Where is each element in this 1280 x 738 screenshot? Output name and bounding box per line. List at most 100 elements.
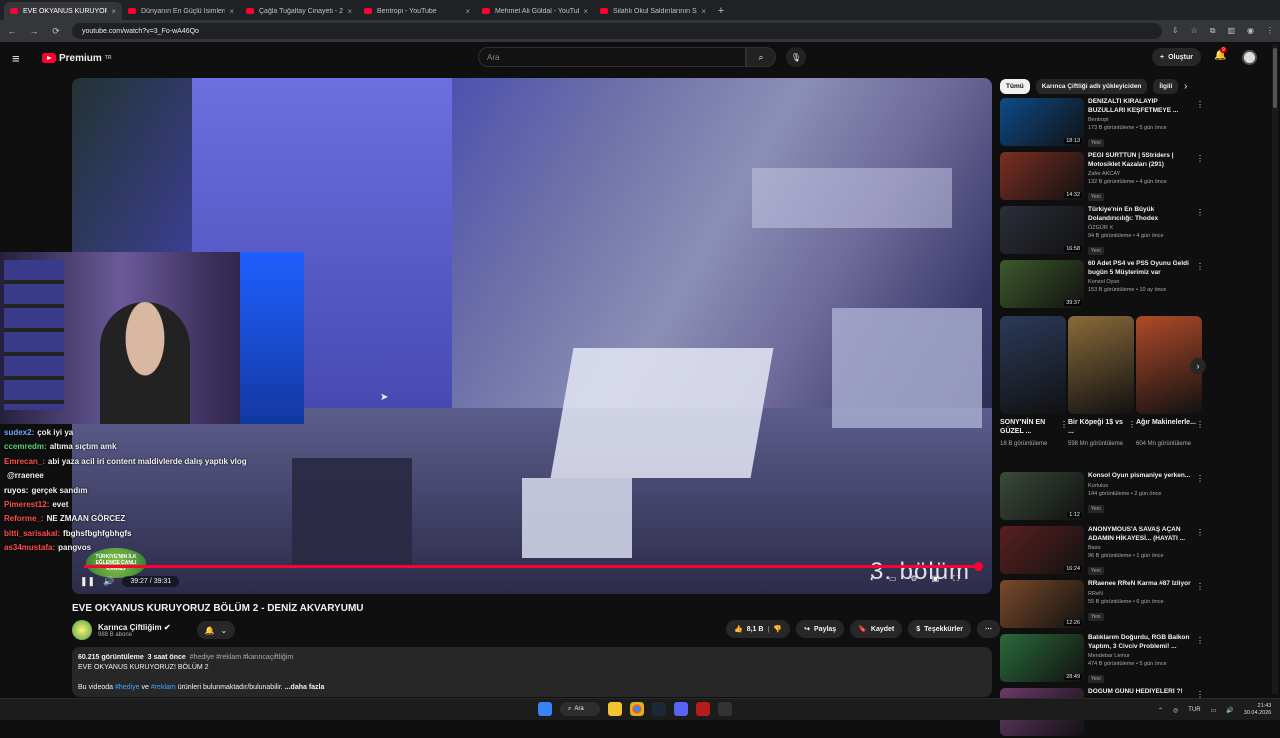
recommendation-item[interactable]: 16:58 Türkiye'nin En Büyük Dolandırıcılığ… (1000, 206, 1204, 256)
notifications-button[interactable]: 🔔 9 (1214, 47, 1227, 61)
forward-icon[interactable]: → (28, 26, 40, 36)
show-more-link[interactable]: ...daha fazla (285, 684, 325, 691)
like-button[interactable]: 👍 8,1 B | 👎 (726, 620, 791, 638)
video-thumbnail[interactable]: 39:37 (1000, 260, 1084, 308)
scrollbar-thumb[interactable] (1273, 48, 1277, 108)
recommendation-item[interactable]: 16:24 ANONYMOUS'A SAVAŞ AÇAN ADAMIN HİKAY… (1000, 526, 1204, 576)
more-options-icon[interactable]: ⋮ (1196, 420, 1204, 429)
recommendation-item[interactable]: 39:37 60 Adet PS4 ve PS5 Oyunu Geldi bugü… (1000, 260, 1204, 310)
recommendation-item[interactable]: 18:13 DENİZALTI KİRALAYIP BUZULLARI KEŞFE… (1000, 98, 1204, 148)
channel-avatar[interactable] (72, 620, 92, 640)
browser-tab[interactable]: Dünyanın En Güçlü İsimleri Bu ...× (122, 2, 240, 20)
account-avatar[interactable] (1242, 50, 1257, 65)
recommendation-title[interactable]: DENİZALTI KİRALAYIP BUZULLARI KEŞFETMEYE… (1088, 98, 1192, 115)
file-explorer-icon[interactable] (608, 702, 622, 716)
progress-bar[interactable] (84, 562, 984, 571)
more-options-icon[interactable]: ⋮ (1196, 636, 1204, 645)
close-icon[interactable]: × (583, 7, 588, 16)
page-scrollbar[interactable] (1272, 44, 1278, 694)
more-options-icon[interactable]: ⋮ (1128, 420, 1136, 429)
back-icon[interactable]: ← (6, 26, 18, 36)
short-thumbnail[interactable] (1068, 316, 1134, 414)
hashtag-link[interactable]: #hediye (115, 684, 140, 691)
recommendation-channel[interactable]: Konsol Oyun (1088, 279, 1192, 285)
filter-chip[interactable]: Tümü (1000, 78, 1030, 94)
address-bar[interactable]: youtube.com/watch?v=3_Fo-wA46Qo (72, 23, 1162, 39)
close-icon[interactable]: × (465, 7, 470, 16)
fullscreen-icon[interactable]: ⛶ (953, 574, 959, 584)
profile-icon[interactable]: ◉ (1247, 26, 1254, 36)
more-options-icon[interactable]: ⋮ (1060, 420, 1068, 429)
subscription-bell-button[interactable]: 🔔 ⌄ (196, 621, 236, 639)
short-title[interactable]: SONY'NİN EN GÜZEL ... (1000, 418, 1060, 436)
recommendation-title[interactable]: RRaenee RReN Karma #87 İzliyor (1088, 580, 1192, 589)
recommendation-channel[interactable]: Kurtulus (1088, 483, 1192, 489)
recommendation-title[interactable]: Türkiye'nin En Büyük Dolandırıcılığı: Th… (1088, 206, 1192, 223)
volume-icon[interactable]: 🔊 (103, 576, 114, 587)
short-title[interactable]: Ağır Makinelerle... (1136, 418, 1196, 427)
bookmark-star-icon[interactable]: ☆ (1191, 26, 1198, 36)
recommendation-title[interactable]: Balıklarım Doğurdu, RGB Balkon Yaptım, 3… (1088, 634, 1192, 651)
browser-tab[interactable]: Bentropi - YouTube × (358, 2, 476, 20)
app-icon[interactable] (696, 702, 710, 716)
more-options-icon[interactable]: ⋮ (1196, 208, 1204, 217)
thumbs-down-icon[interactable]: 👎 (773, 625, 782, 633)
recommendation-item[interactable]: 1:12 Konsol Oyun pismaniye yerken... Kurtu… (1000, 472, 1204, 522)
recommendation-channel[interactable]: ÖZGÜR X (1088, 225, 1192, 231)
browser-tab[interactable]: EVE OKYANUS KURUYORU...× (4, 2, 122, 20)
taskbar-clock[interactable]: 21:43 30.04.2026 (1244, 703, 1272, 717)
recommendation-title[interactable]: PEGİ SÜRTTÜN | 5Striders | Motosiklet Ka… (1088, 152, 1192, 169)
search-input[interactable]: Ara (478, 47, 746, 67)
video-thumbnail[interactable]: 18:13 (1000, 98, 1084, 146)
filter-chip[interactable]: İlgili (1153, 78, 1179, 94)
recommendation-channel[interactable]: Baso (1088, 545, 1192, 551)
reload-icon[interactable]: ⟳ (50, 26, 62, 37)
recommendation-title[interactable]: Konsol Oyun pismaniye yerken... (1088, 472, 1192, 481)
browser-tab[interactable]: Silahlı Okul Saldırılarının Sebebi... × (594, 2, 712, 20)
volume-icon[interactable]: 🔊 (1226, 707, 1233, 714)
start-menu-icon[interactable] (538, 702, 552, 716)
short-title[interactable]: Bir Köpeği 1$ vs ... (1068, 418, 1128, 436)
chevron-right-icon[interactable]: › (1190, 358, 1206, 374)
youtube-logo[interactable]: Premium TR (42, 53, 111, 64)
close-icon[interactable]: × (229, 7, 234, 16)
hashtags[interactable]: #hediye #reklam #karıncaçiftliğim (190, 654, 294, 661)
thanks-button[interactable]: $ Teşekkürler (908, 620, 971, 638)
video-thumbnail[interactable]: 14:32 (1000, 152, 1084, 200)
more-actions-button[interactable]: ⋯ (976, 620, 1000, 638)
filter-chip[interactable]: Karınca Çiftliği adlı yükleyiciden (1035, 78, 1148, 94)
video-thumbnail[interactable]: 28:49 (1000, 634, 1084, 682)
more-options-icon[interactable]: ⋮ (1196, 528, 1204, 537)
hashtag-link[interactable]: #reklam (151, 684, 176, 691)
subtitles-icon[interactable]: ▭ (889, 574, 897, 584)
pause-icon[interactable]: ❚❚ (80, 576, 95, 587)
recommendation-item[interactable]: 12:26 RRaenee RReN Karma #87 İzliyor RReN 5… (1000, 580, 1204, 630)
recommendation-channel[interactable]: RReN (1088, 591, 1192, 597)
video-description[interactable]: 60.215 görüntüleme 3 saat önce #hediye #… (72, 647, 992, 697)
install-icon[interactable]: ⇩ (1172, 26, 1179, 36)
recommendation-channel[interactable]: Mendebar Lemur (1088, 653, 1192, 659)
video-thumbnail[interactable]: 16:58 (1000, 206, 1084, 254)
share-button[interactable]: ↪ Paylaş (796, 620, 845, 638)
recommendation-item[interactable]: 14:32 PEGİ SÜRTTÜN | 5Striders | Motosikl… (1000, 152, 1204, 202)
more-options-icon[interactable]: ⋮ (1196, 582, 1204, 591)
discord-icon[interactable] (674, 702, 688, 716)
video-thumbnail[interactable]: 1:12 (1000, 472, 1084, 520)
hamburger-menu-icon[interactable]: ≡ (12, 51, 32, 66)
language-indicator[interactable]: TUR (1188, 707, 1200, 713)
app-icon[interactable] (718, 702, 732, 716)
browser-tab[interactable]: Çağla Tuğaltay Cinayeti - 25 Yı...× (240, 2, 358, 20)
tray-expand-icon[interactable]: ⌃ (1158, 707, 1163, 714)
more-options-icon[interactable]: ⋮ (1196, 474, 1204, 483)
more-options-icon[interactable]: ⋮ (1196, 262, 1204, 271)
settings-gear-icon[interactable]: ⚙ (910, 574, 917, 584)
more-options-icon[interactable]: ⋮ (1196, 154, 1204, 163)
voice-search-button[interactable]: 🎙 (786, 47, 806, 67)
sidebar-icon[interactable]: ▥ (1227, 26, 1235, 36)
search-button[interactable]: ⌕ (746, 47, 776, 67)
browser-menu-icon[interactable]: ⋮ (1266, 26, 1274, 36)
recommendation-title[interactable]: DOĞUM GÜNÜ HEDİYELERİ ?! (1088, 688, 1192, 697)
create-button[interactable]: + Oluştur (1152, 48, 1201, 66)
miniplayer-icon[interactable]: ▣ (932, 574, 940, 584)
recommendation-title[interactable]: 60 Adet PS4 ve PS5 Oyunu Geldi bugün 5 M… (1088, 260, 1192, 277)
